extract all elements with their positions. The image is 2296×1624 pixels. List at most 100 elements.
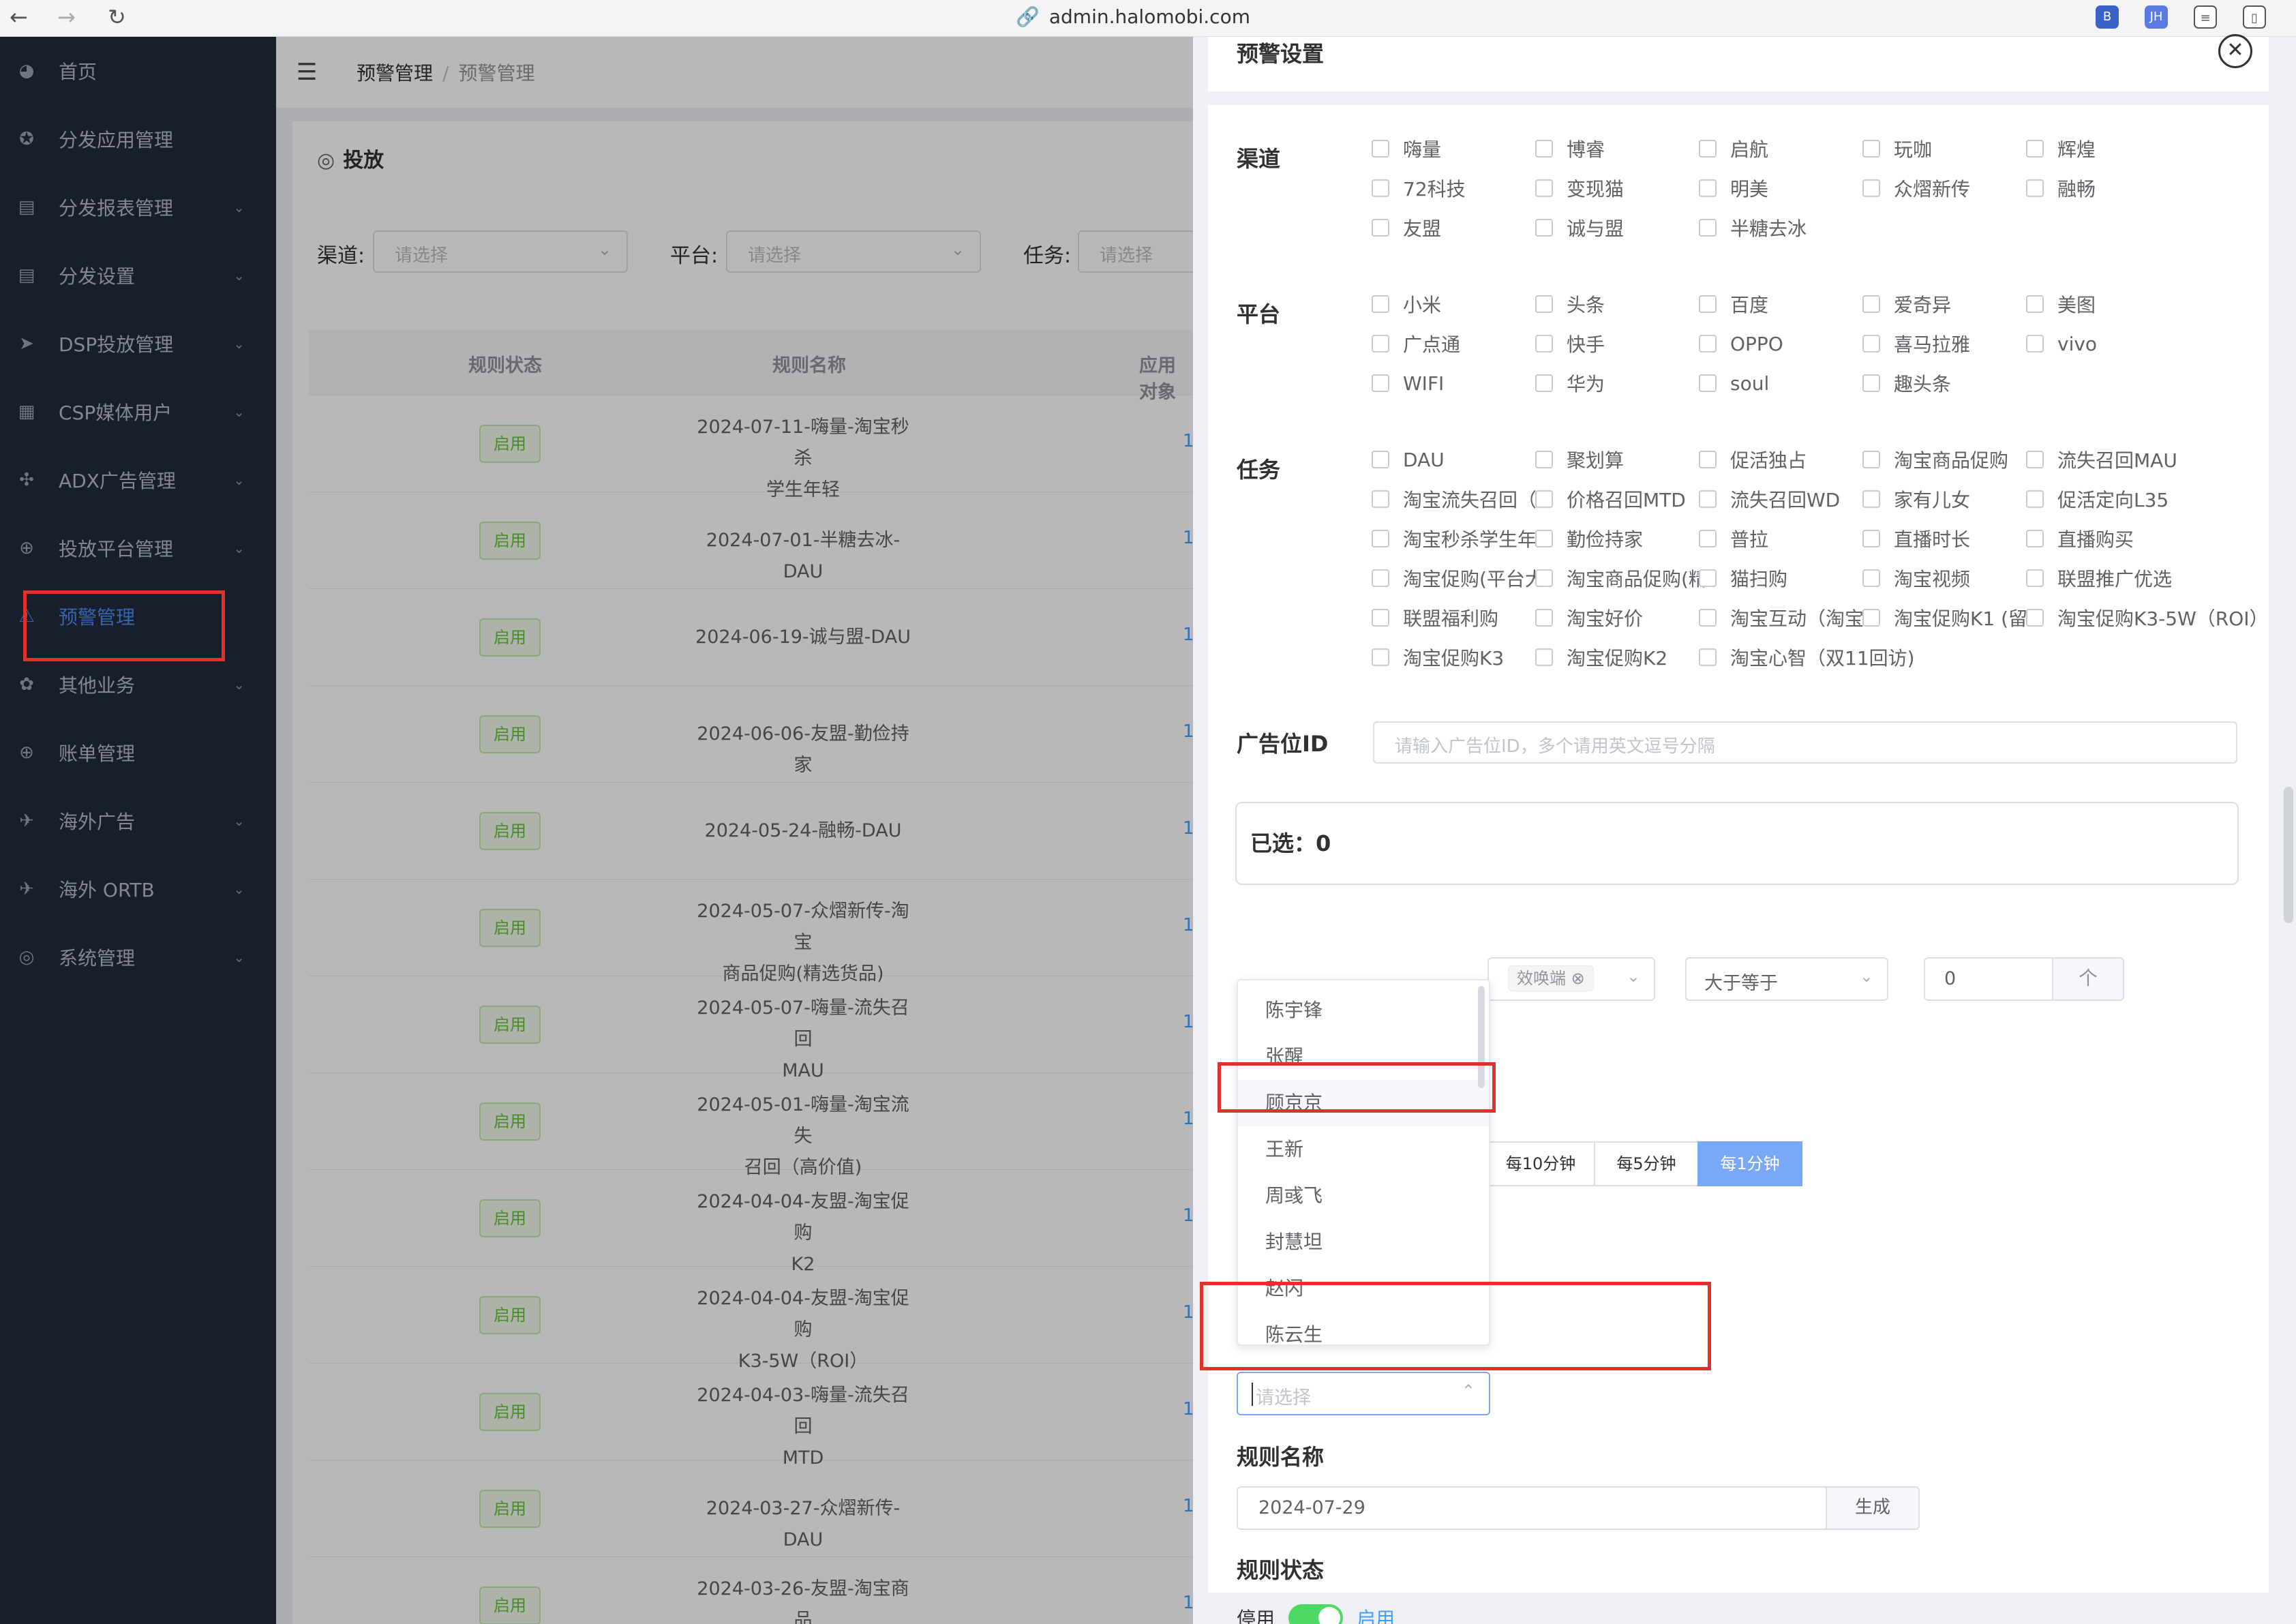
checkbox-box[interactable] (1862, 490, 1880, 508)
task-checkbox[interactable]: 淘宝视频 (1862, 565, 1970, 592)
channel-checkbox[interactable]: 辉煌 (2026, 135, 2096, 162)
checkbox-box[interactable] (1372, 374, 1389, 392)
channel-checkbox[interactable]: 半糖去冰 (1699, 214, 1807, 241)
task-checkbox[interactable]: 淘宝促购K1 (留 (1862, 604, 2027, 631)
checkbox-box[interactable] (1699, 374, 1717, 392)
platform-checkbox[interactable]: OPPO (1699, 330, 1783, 357)
checkbox-box[interactable] (1535, 451, 1553, 468)
recipient-select[interactable]: 请选择 ⌃ (1237, 1372, 1490, 1415)
dropdown-option[interactable]: 封慧坦 (1238, 1219, 1489, 1265)
rule-state-switch[interactable] (1288, 1604, 1344, 1624)
platform-checkbox[interactable]: WIFI (1372, 370, 1444, 397)
checkbox-box[interactable] (1372, 490, 1389, 508)
checkbox-box[interactable] (1372, 609, 1389, 627)
channel-checkbox[interactable]: 启航 (1699, 135, 1768, 162)
task-checkbox[interactable]: 促活独占 (1699, 446, 1807, 473)
bookmark-ext-icon[interactable]: B (2096, 5, 2119, 29)
checkbox-box[interactable] (1535, 609, 1553, 627)
checkbox-box[interactable] (1372, 451, 1389, 468)
checkbox-box[interactable] (2026, 609, 2044, 627)
task-checkbox[interactable]: 流失召回MAU (2026, 446, 2177, 473)
task-checkbox[interactable]: 家有儿女 (1862, 485, 1970, 513)
checkbox-box[interactable] (1372, 335, 1389, 352)
checkbox-box[interactable] (1699, 648, 1717, 666)
checkbox-box[interactable] (1535, 530, 1553, 547)
checkbox-box[interactable] (2026, 530, 2044, 547)
platform-checkbox[interactable]: 趣头条 (1862, 370, 1951, 397)
platform-checkbox[interactable]: 喜马拉雅 (1862, 330, 1970, 357)
checkbox-box[interactable] (2026, 451, 2044, 468)
platform-checkbox[interactable]: 广点通 (1372, 330, 1460, 357)
checkbox-box[interactable] (1372, 140, 1389, 157)
checkbox-box[interactable] (1372, 648, 1389, 666)
task-checkbox[interactable]: 勤俭持家 (1535, 525, 1643, 552)
checkbox-box[interactable] (1372, 219, 1389, 237)
checkbox-box[interactable] (1535, 490, 1553, 508)
task-checkbox[interactable]: 联盟福利购 (1372, 604, 1498, 631)
rule-name-input[interactable]: 2024-07-29 (1237, 1486, 1827, 1530)
ad-id-input[interactable]: 请输入广告位ID，多个请用英文逗号分隔 (1373, 721, 2237, 764)
checkbox-box[interactable] (1699, 179, 1717, 197)
checkbox-box[interactable] (1535, 569, 1553, 587)
dropdown-option[interactable]: 王新 (1238, 1126, 1489, 1173)
address-bar[interactable]: 🔗 admin.halomobi.com (1016, 5, 1250, 28)
task-checkbox[interactable]: 聚划算 (1535, 446, 1624, 473)
task-checkbox[interactable]: 淘宝商品促购(精 (1535, 565, 1708, 592)
checkbox-box[interactable] (1699, 609, 1717, 627)
checkbox-box[interactable] (2026, 179, 2044, 197)
checkbox-box[interactable] (1862, 609, 1880, 627)
checkbox-box[interactable] (1535, 335, 1553, 352)
channel-checkbox[interactable]: 玩咖 (1862, 135, 1932, 162)
dropdown-option[interactable]: 周彧飞 (1238, 1173, 1489, 1219)
channel-checkbox[interactable]: 友盟 (1372, 214, 1441, 241)
checkbox-box[interactable] (1699, 569, 1717, 587)
checkbox-box[interactable] (1535, 140, 1553, 157)
channel-checkbox[interactable]: 众熠新传 (1862, 175, 1970, 202)
checkbox-box[interactable] (1699, 335, 1717, 352)
checkbox-box[interactable] (1862, 374, 1880, 392)
sidebar-toggle-icon[interactable]: ▯ (2243, 5, 2266, 29)
task-checkbox[interactable]: 猫扫购 (1699, 565, 1787, 592)
freq-10min-button[interactable]: 每10分钟 (1486, 1141, 1595, 1186)
task-checkbox[interactable]: 淘宝互动（淘宝 (1699, 604, 1864, 631)
platform-checkbox[interactable]: 华为 (1535, 370, 1605, 397)
jh-ext-icon[interactable]: JH (2145, 5, 2168, 29)
forward-icon[interactable]: → (57, 4, 76, 30)
generate-button[interactable]: 生成 (1826, 1486, 1920, 1530)
task-checkbox[interactable]: 淘宝心智（双11回访) (1699, 644, 1915, 671)
checkbox-box[interactable] (1699, 219, 1717, 237)
channel-checkbox[interactable]: 明美 (1699, 175, 1768, 202)
checkbox-box[interactable] (1372, 179, 1389, 197)
checkbox-box[interactable] (1535, 219, 1553, 237)
checkbox-box[interactable] (1535, 374, 1553, 392)
checkbox-box[interactable] (1535, 648, 1553, 666)
task-checkbox[interactable]: 联盟推广优选 (2026, 565, 2172, 592)
checkbox-box[interactable] (1862, 451, 1880, 468)
checkbox-box[interactable] (1372, 569, 1389, 587)
threshold-input[interactable]: 0 (1924, 957, 2053, 1001)
checkbox-box[interactable] (2026, 569, 2044, 587)
checkbox-box[interactable] (1862, 295, 1880, 313)
platform-checkbox[interactable]: 头条 (1535, 290, 1605, 318)
task-checkbox[interactable]: 淘宝促购K2 (1535, 644, 1667, 671)
translate-ext-icon[interactable]: ≡ (2194, 5, 2217, 29)
channel-checkbox[interactable]: 诚与盟 (1535, 214, 1624, 241)
task-checkbox[interactable]: 淘宝流失召回（ (1372, 485, 1537, 513)
platform-checkbox[interactable]: soul (1699, 370, 1769, 397)
tag-close-icon[interactable]: ⊗ (1571, 969, 1585, 988)
checkbox-box[interactable] (1535, 179, 1553, 197)
drawer-scrollbar[interactable] (2284, 787, 2293, 923)
task-checkbox[interactable]: DAU (1372, 446, 1445, 473)
task-checkbox[interactable]: 淘宝好价 (1535, 604, 1643, 631)
task-checkbox[interactable]: 价格召回MTD (1535, 485, 1686, 513)
modal-mask[interactable] (0, 37, 1193, 1624)
platform-checkbox[interactable]: vivo (2026, 330, 2097, 357)
dropdown-option[interactable]: 陈宇锋 (1238, 987, 1489, 1034)
checkbox-box[interactable] (2026, 140, 2044, 157)
channel-checkbox[interactable]: 博睿 (1535, 135, 1605, 162)
channel-checkbox[interactable]: 嗨量 (1372, 135, 1441, 162)
platform-checkbox[interactable]: 百度 (1699, 290, 1768, 318)
operator-select[interactable]: 大于等于 ⌄ (1685, 957, 1888, 1001)
checkbox-box[interactable] (2026, 490, 2044, 508)
task-checkbox[interactable]: 直播时长 (1862, 525, 1970, 552)
